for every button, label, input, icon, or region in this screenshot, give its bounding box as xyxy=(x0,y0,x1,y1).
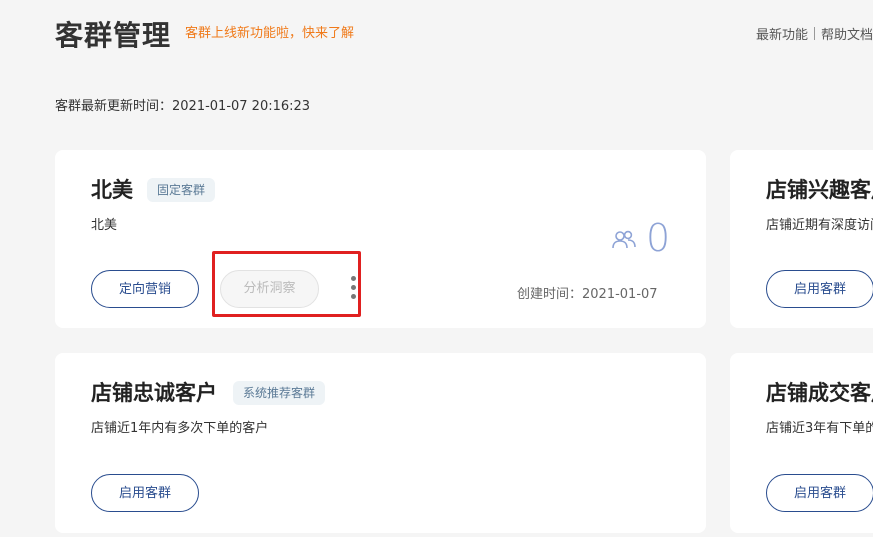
segment-card-store-purchase: 店铺成交客户 店铺近3年有下单的客户 启用客群 xyxy=(730,353,873,533)
latest-features-link[interactable]: 最新功能 xyxy=(756,28,808,43)
card-title: 店铺兴趣客户 xyxy=(766,178,873,202)
users-icon xyxy=(612,230,636,249)
segment-type-tag: 固定客群 xyxy=(147,178,216,202)
page-title: 客群管理 xyxy=(55,19,172,52)
card-description: 店铺近期有深度访问的客户 xyxy=(766,218,873,233)
card-description: 北美 xyxy=(91,218,118,233)
enable-segment-button[interactable]: 启用客群 xyxy=(766,270,873,308)
targeted-marketing-button[interactable]: 定向营销 xyxy=(91,270,199,308)
help-docs-link[interactable]: 帮助文档 xyxy=(821,28,873,43)
last-update-time: 客群最新更新时间：2021-01-07 20:16:23 xyxy=(55,99,311,114)
segment-card-north-america: 北美 固定客群 北美 0 定向营销 分析洞察 创建时间：2021-01-07 xyxy=(55,150,706,328)
member-count: 0 xyxy=(646,216,671,260)
top-links: 最新功能 帮助文档 xyxy=(756,24,873,43)
new-feature-link[interactable]: 客群上线新功能啦，快来了解 xyxy=(185,22,354,41)
enable-segment-button[interactable]: 启用客群 xyxy=(91,474,199,512)
created-date: 创建时间：2021-01-07 xyxy=(517,287,658,302)
card-title: 北美 xyxy=(91,178,133,202)
enable-segment-button[interactable]: 启用客群 xyxy=(766,474,873,512)
card-title: 店铺忠诚客户 xyxy=(91,381,217,405)
annotation-highlight-box xyxy=(212,251,361,317)
card-description: 店铺近1年内有多次下单的客户 xyxy=(91,421,269,436)
segment-card-store-interest: 店铺兴趣客户 店铺近期有深度访问的客户 启用客群 xyxy=(730,150,873,328)
card-title: 店铺成交客户 xyxy=(766,381,873,405)
link-divider xyxy=(813,27,815,40)
segment-card-store-loyal: 店铺忠诚客户 系统推荐客群 店铺近1年内有多次下单的客户 启用客群 xyxy=(55,353,706,533)
card-description: 店铺近3年有下单的客户 xyxy=(766,421,873,436)
segment-type-tag: 系统推荐客群 xyxy=(233,381,326,405)
